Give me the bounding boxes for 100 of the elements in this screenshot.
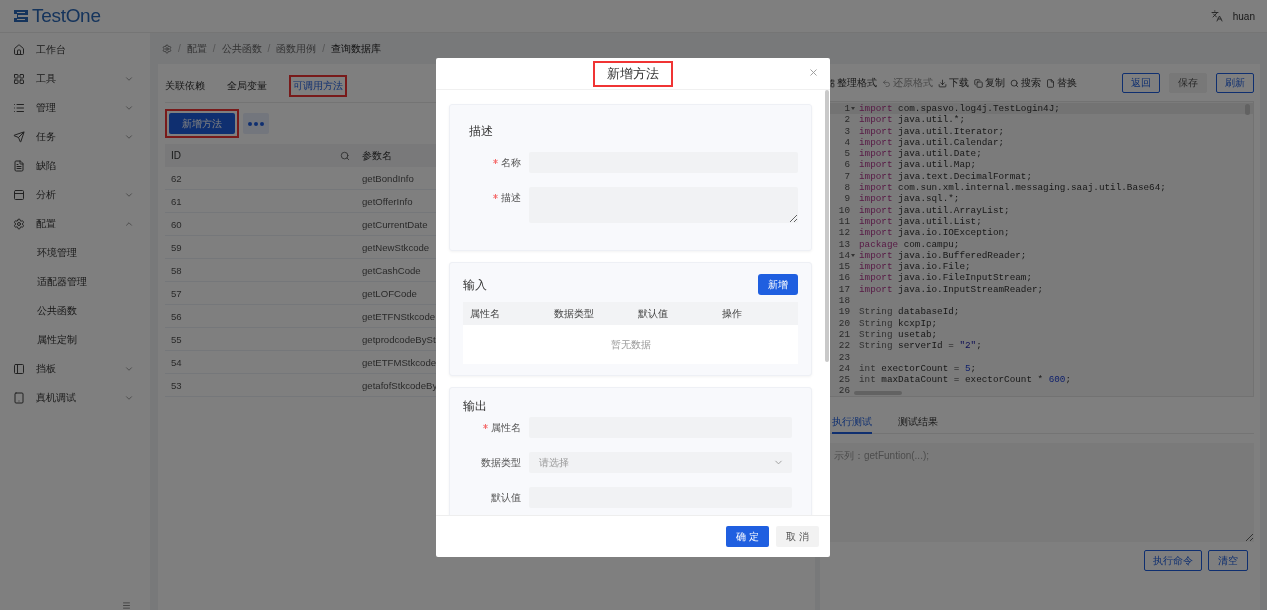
- sidebar-subitem[interactable]: 适配器管理: [0, 267, 150, 296]
- line-number: 2: [844, 114, 850, 126]
- code-line: import java.sql.*;: [859, 193, 960, 205]
- field-label: 描述: [501, 191, 521, 204]
- sidebar-subitem[interactable]: 公共函数: [0, 296, 150, 325]
- confirm-button[interactable]: 确 定: [726, 526, 770, 547]
- line-number: 26: [838, 385, 850, 396]
- home-icon: [13, 43, 25, 56]
- sidebar-item[interactable]: 配置: [0, 209, 150, 238]
- code-line: import java.io.File;: [859, 261, 971, 273]
- sidebar-item[interactable]: 分析: [0, 180, 150, 209]
- section-title: 输入: [463, 277, 487, 292]
- code-line: import com.spasvo.log4j.TestLogin4J;: [859, 103, 1060, 115]
- user-name[interactable]: huan: [1232, 10, 1255, 22]
- column-header: 默认值: [638, 306, 669, 321]
- scrollbar-thumb[interactable]: [1245, 104, 1250, 115]
- editor-button[interactable]: 返回: [1122, 73, 1160, 93]
- file-icon: [1046, 78, 1055, 88]
- sidebar-item[interactable]: 真机调试: [0, 383, 150, 412]
- line-number: 11: [838, 215, 850, 228]
- table-cell: 59: [171, 241, 182, 253]
- toolbar-button[interactable]: 替换: [1046, 76, 1077, 90]
- code-line: import java.io.IOException;: [859, 227, 1010, 239]
- table-cell: 58: [171, 264, 182, 276]
- cancel-button[interactable]: 取 消: [776, 526, 819, 547]
- settings-icon: [13, 217, 25, 230]
- code-line: import com.sun.xml.internal.messaging.saaj.util.Base64;: [859, 182, 1166, 194]
- sidebar-subitem[interactable]: 属性定制: [0, 325, 150, 354]
- panel-icon: [13, 188, 25, 201]
- empty-message: 暂无数据: [610, 337, 651, 352]
- code-line: import java.util.List;: [859, 215, 982, 228]
- settings-icon: [162, 43, 172, 54]
- code-line: int exectorCount = 5;: [859, 362, 977, 375]
- code-line: import java.util.ArrayList;: [859, 204, 1010, 216]
- field-label: 数据类型: [481, 456, 521, 469]
- line-number: 25: [838, 374, 850, 386]
- grid-icon: [13, 72, 25, 85]
- line-number: 23: [838, 351, 850, 363]
- fold-icon[interactable]: [851, 107, 855, 111]
- breadcrumb-item[interactable]: 查询数据库: [331, 41, 382, 56]
- sidebar-item[interactable]: 缺陷: [0, 151, 150, 180]
- tab[interactable]: 关联依赖: [165, 79, 205, 93]
- command-button[interactable]: 执行命令: [1144, 550, 1202, 571]
- select-field[interactable]: 请选择: [529, 452, 792, 473]
- document-icon: [13, 159, 25, 172]
- sidebar-subitem[interactable]: 环境管理: [0, 238, 150, 267]
- scrollbar-thumb[interactable]: [825, 90, 829, 362]
- line-number: 15: [838, 261, 850, 273]
- sidebar-item[interactable]: 挡板: [0, 354, 150, 383]
- line-number: 17: [838, 283, 850, 296]
- command-button[interactable]: 清空: [1208, 550, 1248, 571]
- line-number: 1: [844, 103, 850, 115]
- line-number: 10: [838, 204, 850, 216]
- menu-icon[interactable]: [122, 601, 131, 610]
- breadcrumb-separator: /: [212, 43, 216, 54]
- section-title: 描述: [468, 124, 494, 138]
- new-method-button[interactable]: 新增方法: [169, 113, 235, 134]
- sidebar-item[interactable]: 管理: [0, 93, 150, 122]
- table-cell: 55: [171, 333, 182, 345]
- undo-icon: [882, 78, 891, 88]
- editor-button[interactable]: 刷新: [1216, 73, 1254, 93]
- fold-icon[interactable]: [851, 254, 855, 257]
- list-icon: [13, 101, 25, 114]
- more-icon: [248, 121, 264, 126]
- table-cell: 54: [171, 356, 182, 368]
- column-header: 数据类型: [554, 306, 595, 321]
- editor-button[interactable]: 保存: [1169, 73, 1207, 93]
- tab[interactable]: 可调用方法: [293, 79, 343, 93]
- sidebar-item[interactable]: 工具: [0, 64, 150, 93]
- line-number: 4: [844, 136, 850, 149]
- sidebar-item[interactable]: 任务: [0, 122, 150, 151]
- modal-title: 新增方法: [606, 64, 660, 83]
- download-icon: [938, 78, 947, 88]
- close-button[interactable]: [808, 67, 819, 78]
- table-cell: getLOFCode: [362, 287, 417, 299]
- table-cell: getCurrentDate: [362, 218, 428, 230]
- sidebar-icon: [13, 362, 25, 375]
- table-cell: getOfferInfo: [362, 195, 413, 207]
- code-line: import java.io.InputStreamReader;: [859, 283, 1044, 296]
- add-button[interactable]: 新增: [758, 274, 798, 295]
- toolbar-button[interactable]: 复制: [974, 76, 1005, 90]
- table-cell: getafofStkcodeBy: [362, 379, 438, 391]
- sidebar-item[interactable]: 工作台: [0, 35, 150, 64]
- toolbar-button[interactable]: 搜索: [1010, 76, 1041, 90]
- breadcrumb-separator: /: [267, 43, 271, 54]
- line-number: 7: [844, 170, 850, 183]
- tab[interactable]: 执行测试: [832, 412, 872, 434]
- line-number: 12: [838, 227, 850, 239]
- toolbar-button[interactable]: 下载: [938, 76, 969, 90]
- column-header: 参数名: [362, 148, 392, 163]
- tab[interactable]: 测试结果: [898, 412, 938, 434]
- translate-icon[interactable]: [1210, 10, 1223, 22]
- send-icon: [13, 130, 25, 143]
- breadcrumb-item[interactable]: 函数用例: [276, 41, 317, 56]
- more-button[interactable]: [243, 113, 269, 134]
- breadcrumb-item[interactable]: 公共函数: [221, 41, 262, 56]
- line-number: 13: [838, 238, 850, 250]
- search-icon[interactable]: [340, 150, 350, 161]
- tab[interactable]: 全局变量: [227, 79, 267, 93]
- code-line: String kcxpIp;: [859, 317, 938, 329]
